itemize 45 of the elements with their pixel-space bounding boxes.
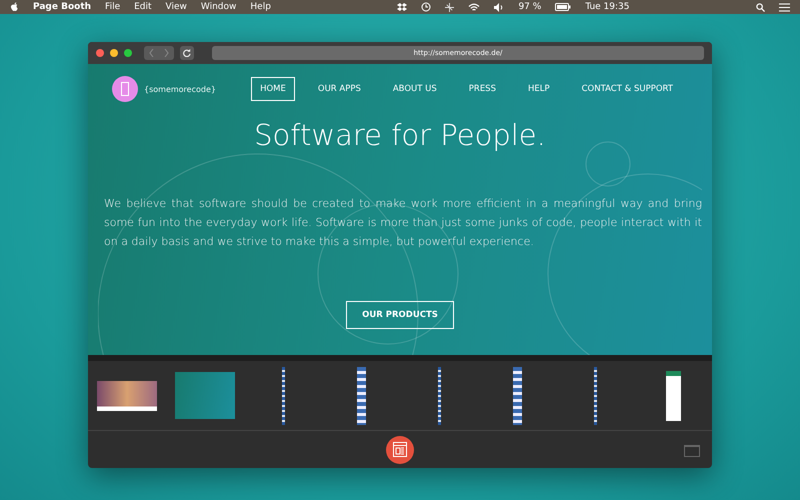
page-thumbnail[interactable] — [512, 366, 522, 424]
products-button[interactable]: OUR PRODUCTS — [346, 301, 454, 329]
clock-text[interactable]: Tue 19:35 — [585, 2, 630, 12]
menu-item[interactable]: Window — [200, 2, 236, 12]
reload-button[interactable] — [180, 46, 194, 60]
reload-icon — [183, 49, 191, 57]
nav-link[interactable]: PRESS — [460, 77, 505, 101]
page-thumbnail[interactable] — [666, 370, 680, 420]
network-icon[interactable] — [445, 2, 454, 12]
page-thumbnail[interactable] — [438, 366, 440, 424]
clock-icon[interactable] — [421, 2, 432, 12]
page-thumbnail[interactable] — [97, 380, 157, 410]
window-mode-button[interactable] — [684, 445, 700, 457]
page-thumbnail[interactable] — [356, 366, 366, 424]
list-icon[interactable] — [779, 2, 790, 12]
app-menu[interactable]: Page Booth — [33, 2, 92, 12]
nav-link[interactable]: HOME — [251, 77, 295, 101]
menu-item[interactable]: Edit — [134, 2, 152, 12]
minimize-button[interactable] — [110, 49, 118, 57]
capture-button[interactable] — [386, 436, 414, 464]
page-thumbnail[interactable] — [175, 372, 235, 419]
page-layout-icon — [393, 442, 407, 457]
zoom-button[interactable] — [124, 49, 132, 57]
battery-percent: 97 % — [518, 2, 542, 12]
chevron-left-icon — [149, 49, 154, 57]
apple-icon[interactable] — [10, 2, 19, 12]
chevron-right-icon — [164, 49, 169, 57]
menu-item[interactable]: File — [105, 2, 120, 12]
menu-item[interactable]: View — [166, 2, 187, 12]
logo-text[interactable]: {somemorecode} — [144, 84, 216, 94]
headline: Software for People. — [254, 118, 546, 152]
volume-icon[interactable] — [494, 2, 504, 12]
logo-icon[interactable] — [112, 76, 138, 102]
search-icon[interactable] — [756, 2, 766, 12]
nav-link[interactable]: OUR APPS — [308, 77, 370, 101]
wifi-icon[interactable] — [468, 2, 480, 12]
menu-item[interactable]: Help — [250, 2, 271, 12]
battery-icon[interactable] — [555, 3, 572, 11]
nav-link[interactable]: ABOUT US — [384, 77, 446, 101]
nav-link[interactable]: CONTACT & SUPPORT — [572, 77, 682, 101]
page-thumbnail[interactable] — [282, 366, 284, 424]
close-button[interactable] — [96, 49, 104, 57]
nav-link[interactable]: HELP — [518, 77, 559, 101]
page-thumbnail[interactable] — [594, 366, 596, 424]
intro-paragraph: We believe that software should be created to make work more efficient in a meaningful way and bring some fun into the everyday work life. Software is more than just some junks of code, people interact with it on a daily basis and we strive to make this a simple, but powerful experience. — [103, 196, 703, 250]
